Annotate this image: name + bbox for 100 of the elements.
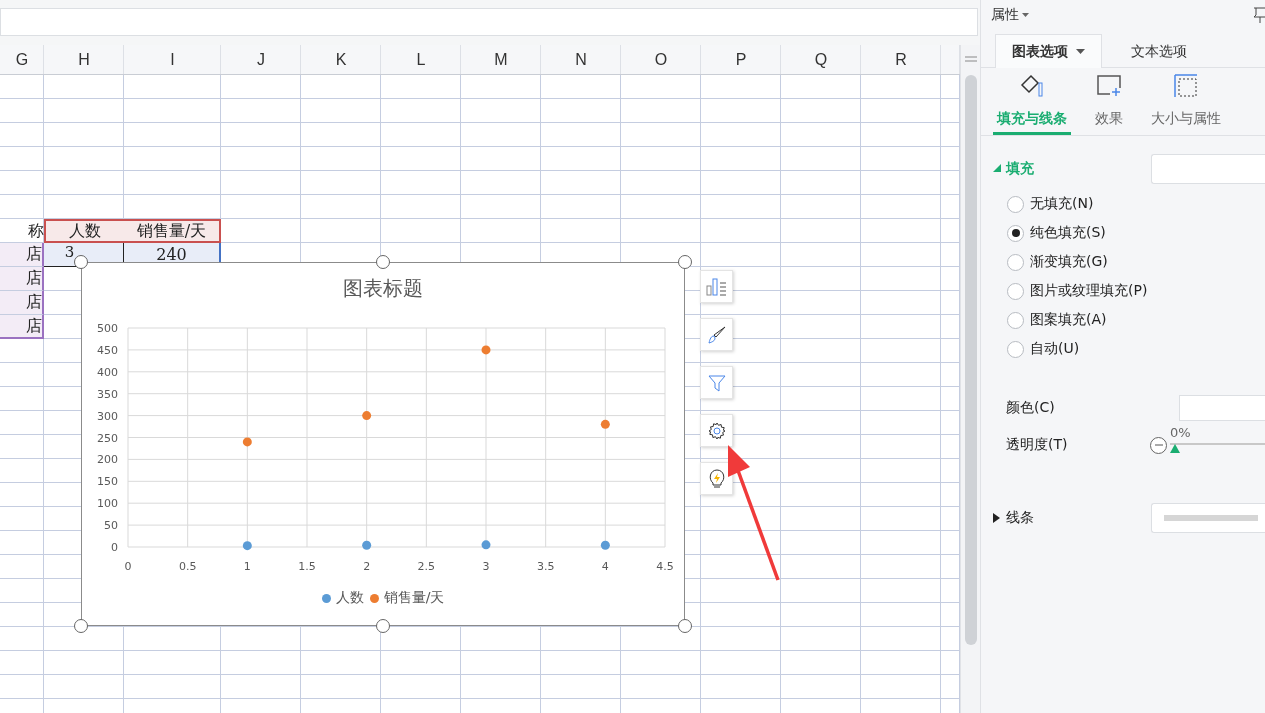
panel-title[interactable]: 属性 [991, 6, 1029, 24]
axis-label: 250 [97, 431, 118, 445]
subtab[interactable]: 效果 [1091, 68, 1127, 135]
axis-label: 50 [104, 519, 118, 533]
radio-button[interactable] [1007, 253, 1024, 271]
line-sample-icon [1164, 515, 1258, 521]
collapsed-icon [993, 513, 1001, 523]
radio-button[interactable] [1007, 311, 1024, 329]
radio-option[interactable]: 图片或纹理填充(P) [1007, 281, 1265, 301]
legend-item: 人数 [321, 589, 364, 607]
radio-button[interactable] [1007, 195, 1024, 213]
chart-title: 图表标题 [343, 275, 423, 302]
caret-icon [1076, 49, 1085, 54]
axis-label: 400 [97, 365, 118, 379]
column-header[interactable]: R [861, 45, 941, 74]
column-header[interactable]: L [381, 45, 461, 74]
resize-handle[interactable] [678, 619, 692, 633]
column-header[interactable]: M [461, 45, 541, 74]
brush-icon[interactable] [700, 318, 733, 351]
lightbulb-icon[interactable] [700, 462, 733, 495]
slider-thumb[interactable] [1170, 444, 1180, 453]
column-header[interactable]: Q [781, 45, 861, 74]
table-cell-text: 称 [27, 219, 44, 242]
radio-option[interactable]: 自动(U) [1007, 339, 1265, 359]
resize-handle[interactable] [74, 619, 88, 633]
axis-label: 0 [124, 560, 132, 573]
axis-label: 300 [97, 409, 118, 423]
data-point [242, 541, 252, 551]
axis-label: 100 [97, 497, 118, 511]
column-header[interactable]: H [44, 45, 124, 74]
field-label: 颜色(C) [1006, 399, 1055, 417]
radio-button[interactable] [1007, 340, 1024, 358]
radio-option[interactable]: 渐变填充(G) [1007, 252, 1265, 272]
axis-label: 350 [97, 387, 118, 401]
data-point [600, 540, 610, 550]
resize-handle[interactable] [376, 619, 390, 633]
axis-label: 1.5 [298, 560, 316, 573]
radio-button[interactable] [1007, 282, 1024, 300]
radio-option[interactable]: 纯色填充(S) [1007, 223, 1265, 243]
minus-icon[interactable] [1150, 436, 1167, 454]
axis-label: 0.5 [178, 560, 197, 573]
axis-label: 0 [111, 541, 118, 554]
panel-tab[interactable]: 文本选项 [1114, 34, 1204, 68]
table-cell: 店 [0, 267, 44, 291]
axis-label: 4 [601, 560, 609, 573]
effects-icon [1096, 74, 1122, 98]
axis-label: 3 [482, 560, 490, 573]
table-cell: 店 [0, 291, 44, 315]
data-point [242, 437, 252, 447]
line-preview-field[interactable] [1151, 503, 1265, 533]
column-header[interactable]: I [124, 45, 221, 74]
radio-button[interactable] [1007, 224, 1024, 242]
fill-bucket-icon [1019, 74, 1045, 98]
axis-label: 500 [97, 322, 118, 335]
table-cell: 人数 [44, 219, 124, 243]
fill-preview-field[interactable] [1151, 154, 1265, 184]
formula-field[interactable] [0, 8, 978, 36]
axis-label: 450 [97, 343, 118, 357]
chart[interactable]: 图表标题 0 50 100 150 200 250 300 350 400 450 500 0 0.5 1 1.5 2 2.5 3 3.5 4 4.5 人数 销售量/天 [81, 262, 685, 626]
panel-tab[interactable]: 图表选项 [995, 34, 1102, 68]
caret-icon [1022, 13, 1029, 17]
legend-item: 销售量/天 [369, 589, 445, 607]
data-point [362, 540, 372, 550]
axis-label: 200 [97, 453, 118, 467]
axis-label: 2 [363, 560, 371, 573]
column-header[interactable]: O [621, 45, 701, 74]
axis-label: 1 [243, 560, 251, 573]
column-header[interactable]: K [301, 45, 381, 74]
bar-chart-icon[interactable] [700, 270, 733, 303]
data-point [481, 345, 491, 355]
axis-label: 3.5 [536, 560, 555, 573]
data-point [600, 419, 610, 429]
settings-icon[interactable] [700, 414, 733, 447]
axis-label: 4.5 [656, 560, 674, 573]
field-label: 透明度(T) [1006, 436, 1069, 454]
column-header[interactable]: N [541, 45, 621, 74]
data-point [481, 540, 491, 550]
column-header[interactable]: P [701, 45, 781, 74]
menu-icon[interactable] [964, 55, 977, 63]
table-cell: 店 [0, 315, 44, 339]
resize-handle[interactable] [376, 255, 390, 269]
pin-icon[interactable] [1253, 7, 1265, 23]
filter-icon[interactable] [700, 366, 733, 399]
slider-reading: 0% [1170, 425, 1191, 440]
section-header[interactable]: 线条 [993, 509, 1034, 527]
radio-option[interactable]: 无填充(N) [1007, 194, 1265, 214]
axis-label: 150 [97, 475, 118, 489]
expanded-icon [993, 164, 1001, 174]
scrollbar-thumb[interactable] [964, 75, 977, 645]
data-point [362, 411, 372, 421]
column-header[interactable]: G [0, 45, 44, 74]
size-icon [1173, 74, 1199, 98]
axis-label: 2.5 [417, 560, 436, 573]
color-field[interactable] [1179, 395, 1265, 421]
subtab[interactable]: 大小与属性 [1147, 68, 1225, 135]
table-cell: 店 [0, 243, 44, 267]
column-header[interactable]: J [221, 45, 301, 74]
table-cell: 销售量/天 [124, 219, 221, 243]
resize-handle[interactable] [678, 255, 692, 269]
radio-option[interactable]: 图案填充(A) [1007, 310, 1265, 330]
